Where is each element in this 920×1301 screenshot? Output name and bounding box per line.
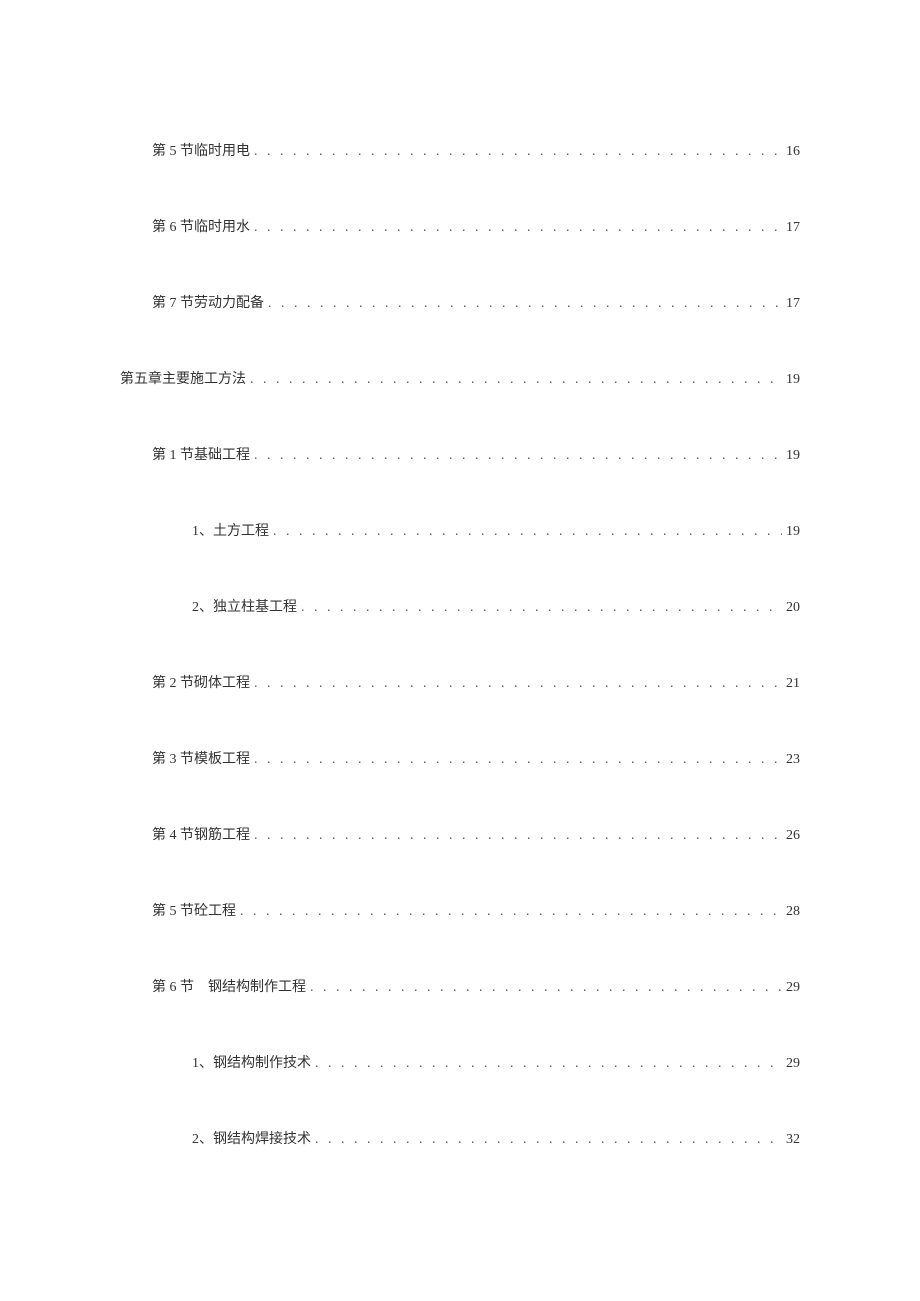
toc-entry: 第 4 节钢筋工程 26 bbox=[120, 824, 800, 844]
toc-entry-title: 第 7 节劳动力配备 bbox=[152, 292, 264, 312]
toc-entry-page: 26 bbox=[786, 828, 800, 844]
toc-entry: 第 3 节模板工程 23 bbox=[120, 748, 800, 768]
toc-entry: 第 5 节临时用电 16 bbox=[120, 140, 800, 160]
toc-entry: 第 6 节 钢结构制作工程 29 bbox=[120, 976, 800, 996]
toc-leader-dots bbox=[254, 676, 782, 692]
toc-entry-title: 1、钢结构制作技术 bbox=[192, 1052, 311, 1072]
toc-entry: 第 7 节劳动力配备 17 bbox=[120, 292, 800, 312]
toc-leader-dots bbox=[250, 372, 782, 388]
toc-entry-title: 第 5 节砼工程 bbox=[152, 900, 236, 920]
toc-entry-page: 16 bbox=[786, 144, 800, 160]
toc-entry-page: 17 bbox=[786, 220, 800, 236]
toc-entry-title: 第 1 节基础工程 bbox=[152, 444, 250, 464]
toc-entry: 第 5 节砼工程 28 bbox=[120, 900, 800, 920]
toc-leader-dots bbox=[315, 1132, 782, 1148]
toc-entry-page: 29 bbox=[786, 1056, 800, 1072]
toc-entry-title: 第 6 节临时用水 bbox=[152, 216, 250, 236]
toc-leader-dots bbox=[315, 1056, 782, 1072]
toc-leader-dots bbox=[301, 600, 782, 616]
toc-entry-title: 第 2 节砌体工程 bbox=[152, 672, 250, 692]
toc-entry-page: 32 bbox=[786, 1132, 800, 1148]
toc-entry-page: 19 bbox=[786, 524, 800, 540]
toc-entry-title: 第 5 节临时用电 bbox=[152, 140, 250, 160]
toc-leader-dots bbox=[254, 448, 782, 464]
toc-leader-dots bbox=[240, 904, 782, 920]
toc-entry-page: 17 bbox=[786, 296, 800, 312]
toc-entry: 第五章主要施工方法 19 bbox=[120, 368, 800, 388]
toc-leader-dots bbox=[254, 144, 782, 160]
toc-entry: 2、独立柱基工程 20 bbox=[120, 596, 800, 616]
toc-leader-dots bbox=[310, 980, 782, 996]
toc-entry: 第 1 节基础工程 19 bbox=[120, 444, 800, 464]
toc-entry-page: 21 bbox=[786, 676, 800, 692]
toc-entry: 2、钢结构焊接技术 32 bbox=[120, 1128, 800, 1148]
toc-entry: 1、土方工程 19 bbox=[120, 520, 800, 540]
toc-entry-page: 28 bbox=[786, 904, 800, 920]
toc-entry: 1、钢结构制作技术 29 bbox=[120, 1052, 800, 1072]
toc-entry-title: 第 6 节 钢结构制作工程 bbox=[152, 976, 306, 996]
toc-entry-title: 2、钢结构焊接技术 bbox=[192, 1128, 311, 1148]
toc-entry-page: 19 bbox=[786, 448, 800, 464]
toc-entry: 第 2 节砌体工程 21 bbox=[120, 672, 800, 692]
toc-entry-page: 23 bbox=[786, 752, 800, 768]
toc-entry-page: 29 bbox=[786, 980, 800, 996]
toc-entry-title: 第五章主要施工方法 bbox=[120, 368, 246, 388]
toc-entry: 第 6 节临时用水 17 bbox=[120, 216, 800, 236]
toc-leader-dots bbox=[273, 524, 782, 540]
toc-entry-title: 1、土方工程 bbox=[192, 520, 269, 540]
toc-leader-dots bbox=[254, 752, 782, 768]
toc-leader-dots bbox=[254, 828, 782, 844]
toc-entry-page: 20 bbox=[786, 600, 800, 616]
toc-leader-dots bbox=[254, 220, 782, 236]
table-of-contents: 第 5 节临时用电 16 第 6 节临时用水 17 第 7 节劳动力配备 17 第五章主要施… bbox=[120, 140, 800, 1148]
toc-entry-title: 第 3 节模板工程 bbox=[152, 748, 250, 768]
toc-leader-dots bbox=[268, 296, 782, 312]
toc-entry-title: 2、独立柱基工程 bbox=[192, 596, 297, 616]
toc-entry-title: 第 4 节钢筋工程 bbox=[152, 824, 250, 844]
toc-entry-page: 19 bbox=[786, 372, 800, 388]
